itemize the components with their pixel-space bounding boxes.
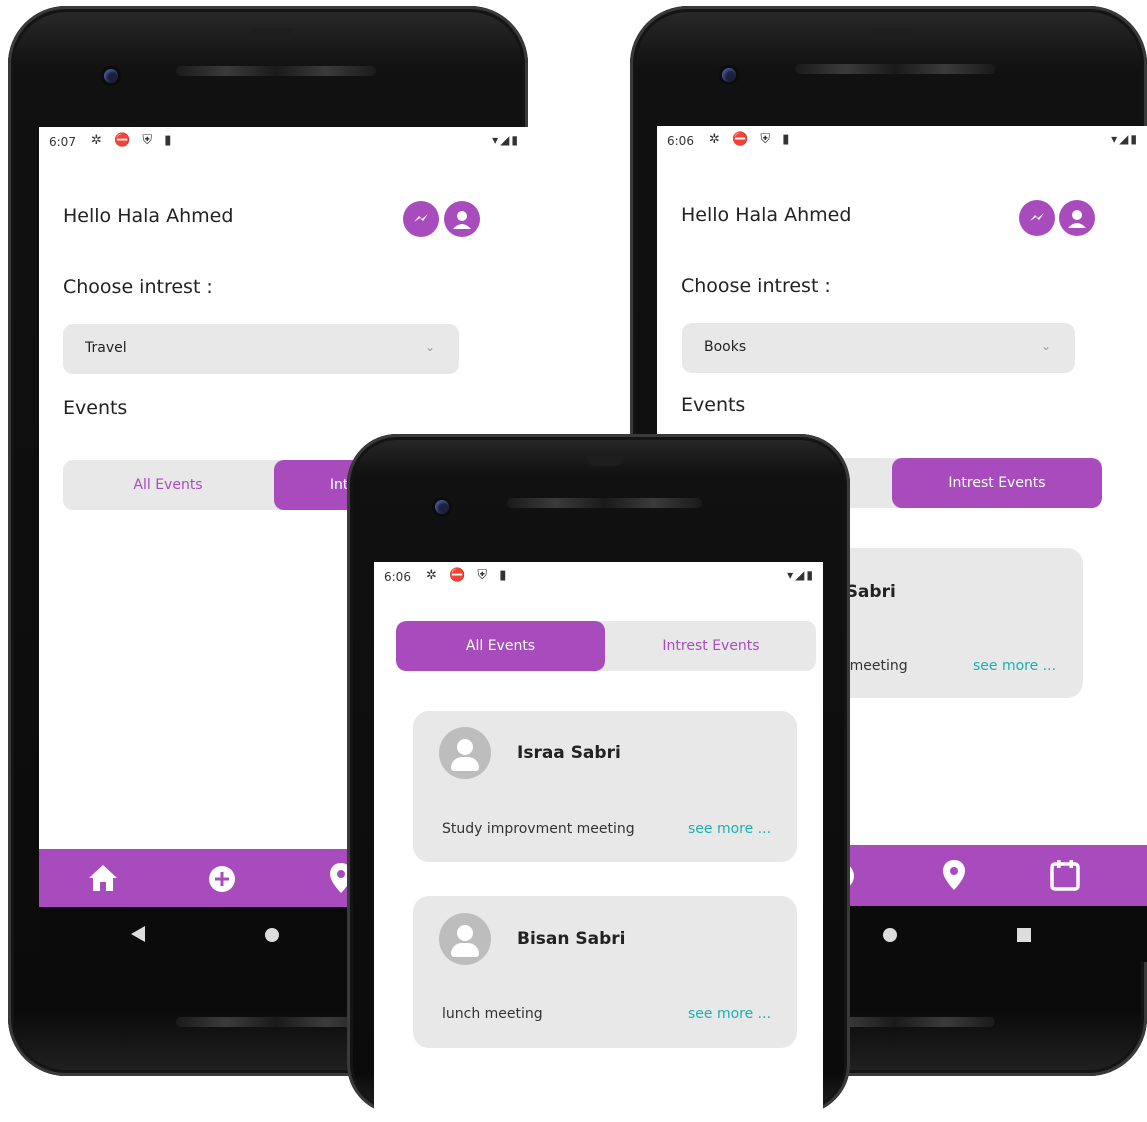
status-bar: 6:06 ✲ ⛔ ⛨ ▮ ▾◢▮: [657, 126, 1147, 156]
add-icon[interactable]: [208, 865, 236, 899]
status-time: 6:06: [384, 570, 411, 584]
tab-all-events[interactable]: All Events: [63, 460, 273, 510]
event-card[interactable]: Israa Sabri Study improvment meeting see…: [413, 711, 797, 862]
signal-battery-icons: ▾◢▮: [1111, 132, 1139, 146]
bottom-speaker: [176, 1017, 376, 1027]
messenger-icon[interactable]: [1019, 200, 1055, 236]
see-more-link[interactable]: see more ...: [973, 658, 1056, 674]
tab-interest-events[interactable]: Intrest Events: [892, 458, 1102, 508]
earpiece-speaker: [795, 64, 995, 74]
choose-interest-label: Choose intrest :: [63, 276, 213, 298]
interest-dropdown[interactable]: Travel ⌄: [63, 324, 459, 374]
top-notch: [872, 28, 912, 38]
see-more-link[interactable]: see more ...: [688, 821, 771, 837]
profile-icon[interactable]: [1059, 200, 1095, 236]
event-host-name: Israa Sabri: [517, 743, 621, 763]
status-icons: ✲ ⛔ ⛨ ▮: [426, 568, 511, 583]
chevron-down-icon: ⌄: [424, 340, 435, 354]
front-camera: [722, 68, 736, 82]
screen-center: 6:06 ✲ ⛔ ⛨ ▮ ▾◢▮ All Events Intrest Even…: [374, 562, 823, 1122]
interest-dropdown[interactable]: Books ⌄: [682, 323, 1075, 373]
status-icons: ✲ ⛔ ⛨ ▮: [709, 132, 794, 147]
status-bar: 6:07 ✲ ⛔ ⛨ ▮ ▾◢▮: [39, 127, 528, 157]
tab-interest-events[interactable]: Intrest Events: [606, 621, 816, 671]
chevron-down-icon: ⌄: [1040, 339, 1051, 353]
front-camera: [435, 500, 449, 514]
see-more-link[interactable]: see more ...: [688, 1006, 771, 1022]
earpiece-speaker: [176, 66, 376, 76]
status-time: 6:07: [49, 135, 76, 149]
top-notch: [253, 28, 293, 38]
status-icons: ✲ ⛔ ⛨ ▮: [91, 133, 176, 148]
calendar-icon[interactable]: [1049, 859, 1081, 897]
home-icon[interactable]: [87, 863, 119, 899]
avatar: [439, 913, 491, 965]
signal-battery-icons: ▾◢▮: [787, 568, 815, 582]
tab-all-events[interactable]: All Events: [396, 621, 605, 671]
profile-icon[interactable]: [444, 201, 480, 237]
front-camera: [104, 69, 118, 83]
back-icon[interactable]: [129, 925, 147, 947]
events-label: Events: [681, 394, 746, 416]
home-circle-icon[interactable]: [883, 927, 897, 946]
dropdown-value: Travel: [85, 340, 127, 356]
event-description: Study improvment meeting: [442, 821, 635, 837]
event-description: lunch meeting: [442, 1006, 543, 1022]
events-label: Events: [63, 397, 128, 419]
event-card[interactable]: Bisan Sabri lunch meeting see more ...: [413, 896, 797, 1048]
location-icon[interactable]: [942, 859, 966, 897]
greeting-text: Hello Hala Ahmed: [63, 205, 234, 227]
phone-center: 6:06 ✲ ⛔ ⛨ ▮ ▾◢▮ All Events Intrest Even…: [347, 434, 850, 1122]
recents-icon[interactable]: [1017, 927, 1031, 946]
events-tabs: All Events Intrest Events: [396, 621, 816, 671]
choose-interest-label: Choose intrest :: [681, 275, 831, 297]
status-bar: 6:06 ✲ ⛔ ⛨ ▮ ▾◢▮: [374, 562, 823, 592]
greeting-text: Hello Hala Ahmed: [681, 204, 852, 226]
top-notch: [587, 456, 623, 466]
signal-battery-icons: ▾◢▮: [492, 133, 520, 147]
status-time: 6:06: [667, 134, 694, 148]
messenger-icon[interactable]: [403, 201, 439, 237]
avatar: [439, 727, 491, 779]
earpiece-speaker: [507, 498, 702, 508]
event-host-name: Bisan Sabri: [517, 929, 626, 949]
home-circle-icon[interactable]: [265, 927, 279, 946]
dropdown-value: Books: [704, 339, 747, 355]
